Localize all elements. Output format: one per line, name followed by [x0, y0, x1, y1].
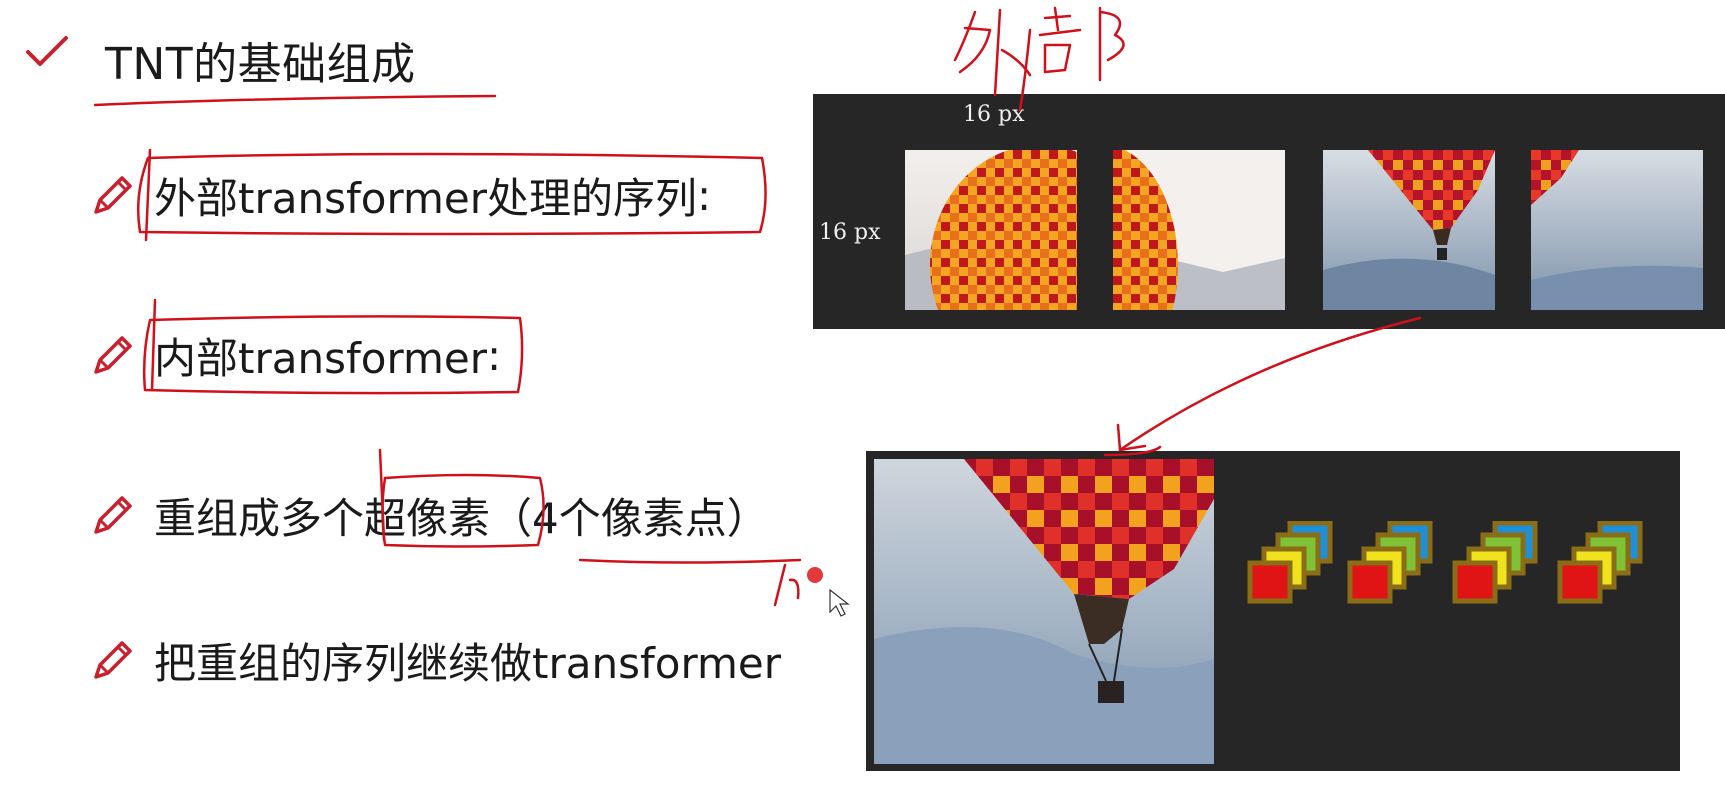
pencil-icon	[94, 640, 132, 679]
bullet-suffix: :	[697, 171, 712, 220]
bullet-continue-transformer: 把重组的序列继续做transformer	[88, 630, 781, 691]
patch-tile	[1531, 150, 1703, 310]
superpixel-figure	[866, 451, 1680, 771]
check-icon	[26, 36, 68, 66]
bullet-text: 内部transformer	[154, 334, 488, 383]
superpixel-group	[1557, 521, 1643, 604]
patch-height-label: 16 px	[819, 220, 881, 245]
superpixel-group	[1452, 521, 1538, 604]
superpixel-group	[1247, 521, 1333, 604]
patch-tile	[905, 150, 1077, 310]
pencil-icon	[94, 335, 132, 374]
bullet-text: 把重组的序列继续做transformer	[154, 639, 782, 688]
patch-strip-figure: 16 px 16 px	[813, 94, 1725, 329]
pencil-icon	[94, 175, 132, 214]
bullet-suffix: :	[487, 331, 502, 380]
patch-tile	[1323, 150, 1495, 310]
bullet-text: 重组成多个超像素（4个像素点）	[154, 494, 769, 543]
balloon-patch	[874, 459, 1214, 764]
superpixel-groups	[1247, 521, 1643, 604]
patch-tile	[1113, 150, 1285, 310]
slide-title: TNT的基础组成	[105, 39, 416, 90]
pencil-icon	[94, 495, 132, 534]
bullet-text: 外部transformer处理的序列	[154, 174, 698, 223]
bullet-inner-transformer: 内部transformer:	[88, 325, 501, 386]
bullet-superpixel: 重组成多个超像素（4个像素点）	[88, 485, 769, 546]
bullet-outer-transformer: 外部transformer处理的序列:	[88, 165, 711, 226]
patch-width-label: 16 px	[963, 102, 1025, 127]
cursor-icon	[829, 588, 850, 617]
superpixel-group	[1347, 521, 1433, 604]
pointer-dot	[807, 567, 823, 583]
